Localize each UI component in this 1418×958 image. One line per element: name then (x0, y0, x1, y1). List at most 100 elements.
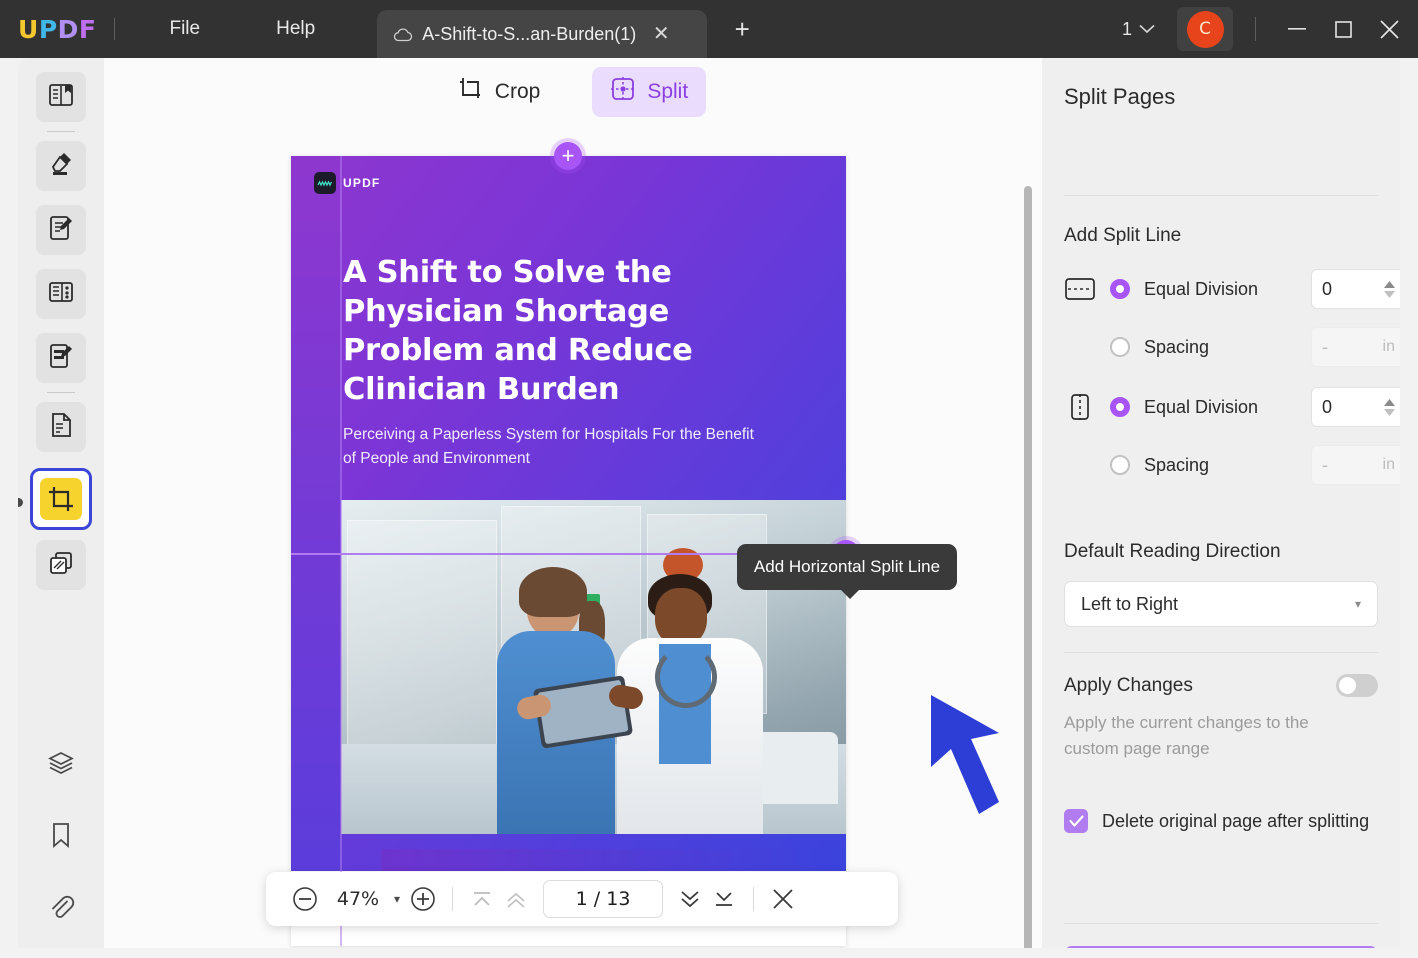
stepper-horizontal-equal-division[interactable] (1384, 281, 1395, 298)
page-footer-bar (381, 849, 846, 871)
sidebar-item-reader[interactable] (36, 72, 86, 122)
split-row-horizontal-spacing: Spacing - in (1064, 325, 1384, 369)
page-canvas[interactable]: UPDF A Shift to Solve the Physician Shor… (104, 126, 1042, 948)
close-zoombar-icon[interactable] (766, 882, 800, 916)
crop-tool-icon (458, 76, 484, 108)
prev-page-icon[interactable] (499, 882, 533, 916)
logo-letter-f: F (79, 15, 97, 44)
radio-horizontal-equal-division[interactable] (1110, 279, 1130, 299)
reading-direction-select[interactable]: Left to Right ▾ (1064, 581, 1378, 627)
panel-divider-1 (1064, 195, 1378, 196)
crop-split-toolbar: Crop Split (104, 58, 1042, 126)
logo-letter-p: P (39, 15, 58, 44)
delete-original-row[interactable]: Delete original page after splitting (1064, 809, 1369, 833)
split-tool-icon (610, 76, 636, 108)
vertical-split-icon (1064, 393, 1110, 421)
sidebar-item-organize[interactable] (36, 269, 86, 319)
page-indicator[interactable]: 1 / 13 (543, 880, 663, 918)
tooltip: Add Horizontal Split Line (737, 544, 957, 590)
updf-mark-icon (314, 172, 336, 194)
input-horizontal-equal-division[interactable]: 0 (1311, 269, 1400, 309)
app-body: Crop Split UPDF (0, 58, 1418, 958)
panel-title: Split Pages (1064, 84, 1175, 110)
updf-logo: UPDF (18, 15, 96, 44)
titlebar-divider (114, 18, 115, 40)
highlighter-icon (47, 150, 75, 183)
radio-vertical-equal-division[interactable] (1110, 397, 1130, 417)
minimize-icon[interactable] (1274, 7, 1320, 51)
convert-file-icon (47, 411, 75, 444)
value-vertical-equal-division: 0 (1322, 397, 1332, 418)
left-sidebar (18, 58, 104, 948)
apply-changes-toggle[interactable] (1336, 674, 1378, 697)
zoom-dropdown-caret-icon[interactable]: ▾ (394, 892, 400, 906)
label-horizontal-spacing: Spacing (1144, 337, 1209, 358)
chevron-down-icon[interactable] (1139, 24, 1155, 34)
next-page-icon[interactable] (673, 882, 707, 916)
tab-split-label: Split (647, 80, 688, 104)
title-bar: UPDF File Help A-Shift-to-S...an-Burden(… (0, 0, 1418, 58)
close-icon[interactable]: ✕ (650, 23, 672, 45)
tab-title: A-Shift-to-S...an-Burden(1) (422, 24, 636, 45)
sidebar-item-comment[interactable] (36, 141, 86, 191)
split-row-vertical-spacing: Spacing - in (1064, 443, 1384, 487)
menu-file[interactable]: File (155, 14, 214, 44)
input-horizontal-spacing[interactable]: - in (1311, 327, 1400, 367)
zoom-in-icon[interactable] (406, 882, 440, 916)
sidebar-resize-handle[interactable] (18, 498, 23, 507)
tab-crop[interactable]: Crop (440, 67, 559, 117)
sidebar-item-edit[interactable] (36, 205, 86, 255)
radio-horizontal-spacing[interactable] (1110, 337, 1130, 357)
menu-help[interactable]: Help (262, 14, 329, 44)
value-vertical-spacing: - (1322, 455, 1328, 476)
add-vertical-split-button[interactable]: + (554, 142, 582, 170)
sidebar-item-layers[interactable] (36, 740, 86, 790)
add-split-line-label: Add Split Line (1064, 225, 1181, 247)
sidebar-divider (47, 131, 75, 132)
sidebar-item-convert[interactable] (36, 402, 86, 452)
panel-divider-2 (1064, 652, 1378, 653)
input-vertical-spacing[interactable]: - in (1311, 445, 1400, 485)
edit-pdf-icon (47, 214, 75, 247)
reading-direction-label: Default Reading Direction (1064, 541, 1281, 563)
apply-changes-description: Apply the current changes to the custom … (1064, 710, 1354, 761)
input-vertical-equal-division[interactable]: 0 (1311, 387, 1400, 427)
last-page-icon[interactable] (707, 882, 741, 916)
sidebar-item-form[interactable] (36, 333, 86, 383)
page-logo: UPDF (314, 172, 380, 194)
sidebar-item-batch[interactable] (36, 540, 86, 590)
unit-horizontal-spacing: in (1383, 338, 1395, 356)
radio-vertical-spacing[interactable] (1110, 455, 1130, 475)
split-pages-panel: Split Pages Add Split Line Equal Divisio… (1042, 58, 1400, 948)
zoombar-divider (452, 887, 453, 911)
window-count: 1 (1122, 19, 1132, 40)
zoom-out-icon[interactable] (288, 882, 322, 916)
value-horizontal-spacing: - (1322, 337, 1328, 358)
first-page-icon[interactable] (465, 882, 499, 916)
vertical-scrollbar[interactable] (1024, 186, 1032, 948)
zoom-level[interactable]: 47% (322, 888, 394, 910)
paperclip-icon (47, 893, 75, 926)
zoombar-divider-2 (753, 887, 754, 911)
sidebar-item-crop[interactable] (30, 468, 92, 530)
maximize-icon[interactable] (1320, 7, 1366, 51)
tab-split[interactable]: Split (592, 67, 706, 117)
account-button[interactable]: C (1177, 7, 1233, 51)
window-close-icon[interactable] (1366, 7, 1412, 51)
sidebar-item-bookmarks[interactable] (36, 812, 86, 862)
stepper-vertical-equal-division[interactable] (1384, 399, 1395, 416)
batch-pages-icon (47, 549, 75, 582)
split-button[interactable]: Split (1064, 946, 1378, 948)
split-row-horizontal-equal: Equal Division 0 (1064, 267, 1384, 311)
app-shell: Crop Split UPDF (18, 58, 1400, 948)
reading-direction-value: Left to Right (1081, 594, 1178, 615)
page-left-column (291, 156, 341, 871)
document-tab[interactable]: A-Shift-to-S...an-Burden(1) ✕ (377, 10, 707, 58)
zoom-toolbar: 47% ▾ 1 / 13 (266, 872, 898, 926)
new-tab-button[interactable]: + (727, 14, 757, 44)
vertical-split-line[interactable] (340, 156, 342, 946)
cloud-icon (393, 27, 413, 42)
page-subtitle: Perceiving a Paperless System for Hospit… (343, 423, 763, 472)
delete-original-checkbox[interactable] (1064, 809, 1088, 833)
sidebar-item-attachments[interactable] (36, 884, 86, 934)
